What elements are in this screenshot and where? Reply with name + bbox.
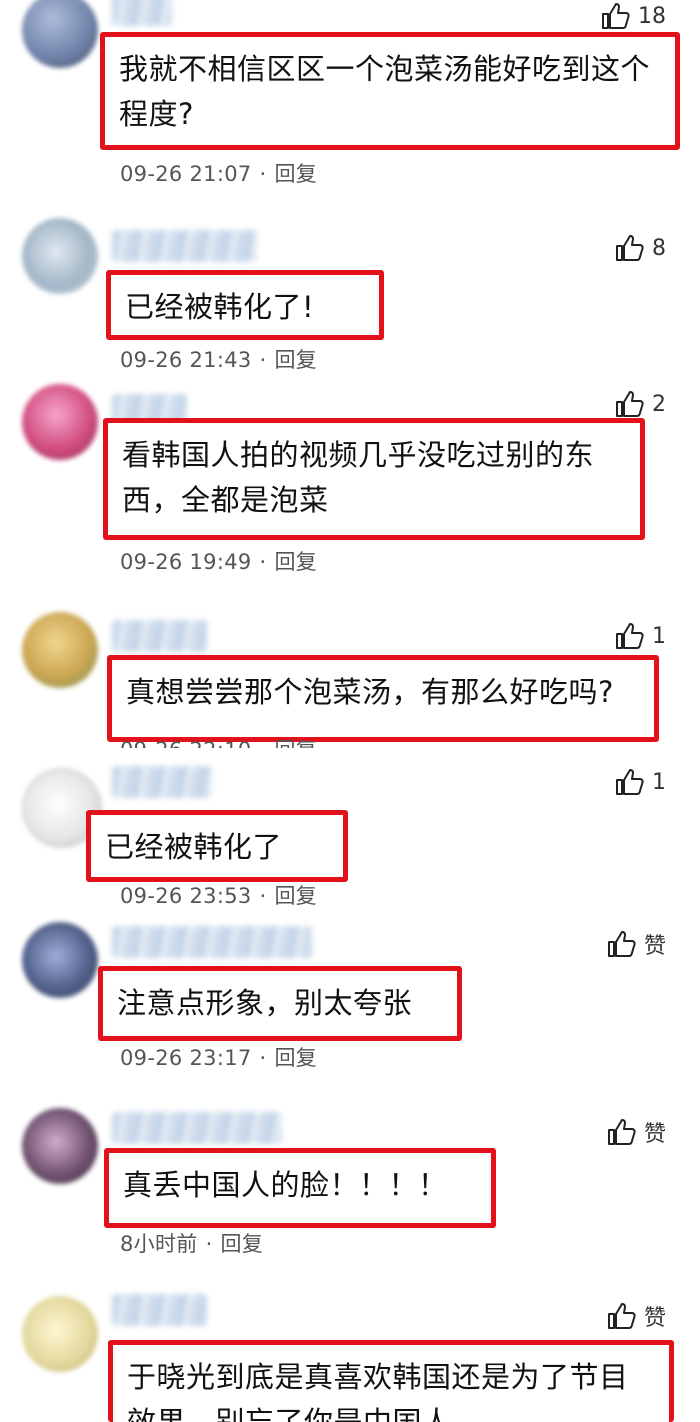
- like-button[interactable]: 赞: [607, 928, 666, 960]
- comment-text: 已经被韩化了!: [106, 270, 384, 340]
- timestamp: 8小时前: [120, 1232, 198, 1256]
- like-button[interactable]: 2: [615, 390, 666, 418]
- timestamp: 09-26 21:07: [120, 162, 252, 186]
- timestamp: 09-26 21:43: [120, 348, 252, 372]
- like-button[interactable]: 赞: [607, 1300, 666, 1332]
- separator-dot: ·: [259, 550, 267, 574]
- avatar[interactable]: [22, 1296, 98, 1372]
- like-count: 赞: [643, 934, 666, 959]
- username[interactable]: [112, 0, 172, 26]
- like-count: 赞: [643, 1306, 666, 1331]
- comment-meta: 09-26 23:53 · 回复: [120, 880, 317, 910]
- comment-feed: 18 我就不相信区区一个泡菜汤能好吃到这个程度? 09-26 21:07 · 回复 …: [0, 0, 700, 1422]
- timestamp: 09-26 19:49: [120, 550, 252, 574]
- avatar[interactable]: [22, 612, 98, 688]
- thumbs-up-icon: [607, 931, 636, 957]
- thumbs-up-icon: [616, 623, 644, 649]
- thumbs-up-icon: [607, 1119, 636, 1145]
- comment-meta: 8小时前 · 回复: [120, 1228, 263, 1258]
- timestamp: 09-26 23:17: [120, 1046, 252, 1070]
- username[interactable]: [112, 1112, 282, 1144]
- comment-meta: 09-26 22:10 · 回复: [120, 734, 317, 748]
- separator-dot: ·: [259, 1046, 267, 1070]
- separator-dot: ·: [205, 1232, 213, 1256]
- comment-meta: 09-26 23:17 · 回复: [120, 1042, 317, 1072]
- separator-dot: ·: [259, 884, 267, 908]
- like-count: 18: [638, 3, 666, 29]
- avatar[interactable]: [22, 922, 98, 998]
- like-count: 赞: [643, 1122, 666, 1147]
- avatar[interactable]: [22, 384, 98, 460]
- reply-button[interactable]: 回复: [275, 1046, 318, 1070]
- comment-meta: 09-26 21:07 · 回复: [120, 158, 317, 188]
- thumbs-up-icon: [607, 1303, 636, 1329]
- reply-button[interactable]: 回复: [221, 1232, 264, 1256]
- thumbs-up-icon: [616, 769, 644, 795]
- comment-text: 于晓光到底是真喜欢韩国还是为了节目效果，别忘了你是中国人: [108, 1340, 674, 1422]
- username[interactable]: [112, 926, 312, 958]
- avatar[interactable]: [22, 1108, 98, 1184]
- username[interactable]: [112, 620, 207, 652]
- reply-button[interactable]: 回复: [275, 884, 318, 908]
- reply-button[interactable]: 回复: [275, 550, 318, 574]
- separator-dot: ·: [260, 738, 267, 748]
- like-count: 2: [652, 391, 666, 417]
- comment-text: 我就不相信区区一个泡菜汤能好吃到这个程度?: [100, 32, 680, 150]
- comment-text: 看韩国人拍的视频几乎没吃过别的东西，全都是泡菜: [103, 418, 645, 540]
- like-count: 1: [652, 769, 666, 795]
- like-count: 1: [652, 623, 666, 649]
- reply-button[interactable]: 回复: [275, 162, 318, 186]
- comment-text: 真想尝尝那个泡菜汤，有那么好吃吗?: [107, 655, 659, 742]
- thumbs-up-icon: [602, 3, 630, 29]
- comment-text: 已经被韩化了: [86, 810, 348, 882]
- comment-meta: 09-26 21:43 · 回复: [120, 344, 317, 374]
- separator-dot: ·: [259, 162, 267, 186]
- separator-dot: ·: [259, 348, 267, 372]
- reply-button[interactable]: 回复: [275, 738, 318, 748]
- thumbs-up-icon: [616, 235, 644, 261]
- avatar[interactable]: [22, 218, 98, 294]
- like-button[interactable]: 8: [615, 234, 666, 262]
- timestamp: 09-26 23:53: [120, 884, 252, 908]
- timestamp: 09-26 22:10: [120, 738, 252, 748]
- reply-button[interactable]: 回复: [275, 348, 318, 372]
- like-button[interactable]: 1: [615, 768, 666, 796]
- username[interactable]: [112, 230, 257, 262]
- like-button[interactable]: 赞: [607, 1116, 666, 1148]
- comment-text: 注意点形象，别太夸张: [98, 966, 462, 1041]
- username[interactable]: [112, 1294, 207, 1326]
- like-button[interactable]: 18: [601, 2, 666, 30]
- thumbs-up-icon: [616, 391, 644, 417]
- comment-text: 真丢中国人的脸！！！！: [104, 1148, 496, 1228]
- like-button[interactable]: 1: [615, 622, 666, 650]
- like-count: 8: [652, 235, 666, 261]
- username[interactable]: [112, 766, 212, 798]
- comment-meta: 09-26 19:49 · 回复: [120, 546, 317, 576]
- avatar[interactable]: [22, 0, 98, 68]
